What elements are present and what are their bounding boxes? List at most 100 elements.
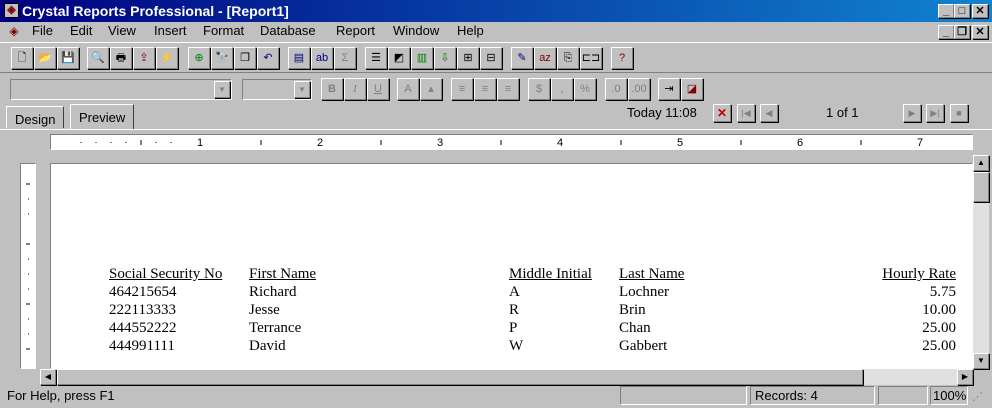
table-cell[interactable]: Terrance	[249, 320, 301, 337]
menu-edit[interactable]: Edit	[70, 23, 92, 38]
decrease-decimals-icon[interactable]: .00	[628, 78, 650, 100]
menu-insert[interactable]: Insert	[154, 23, 187, 38]
vertical-scrollbar[interactable]: ▲ ▼	[973, 155, 989, 369]
help-icon[interactable]: ?	[611, 47, 633, 69]
insert-group-icon[interactable]: ☰	[365, 47, 387, 69]
table-cell[interactable]: Jesse	[249, 302, 280, 319]
insert-text-object-icon[interactable]: ab	[311, 47, 333, 69]
table-cell[interactable]: Lochner	[619, 284, 669, 301]
stop-icon[interactable]: ■	[950, 104, 968, 122]
column-header-middle-initial[interactable]: Middle Initial	[509, 266, 592, 283]
insert-subreport-icon[interactable]: ◩	[388, 47, 410, 69]
table-cell[interactable]: 444552222	[109, 320, 177, 337]
print-icon[interactable]: 🖶	[110, 47, 132, 69]
menu-help[interactable]: Help	[457, 23, 484, 38]
insert-line-icon[interactable]: ⇥	[658, 78, 680, 100]
table-cell[interactable]: 222113333	[109, 302, 176, 319]
menu-report[interactable]: Report	[336, 23, 375, 38]
horizontal-scrollbar[interactable]: ◀ ▶	[40, 369, 973, 385]
menu-file[interactable]: File	[32, 23, 53, 38]
column-header-first-name[interactable]: First Name	[249, 266, 316, 283]
italic-button[interactable]: I	[344, 78, 366, 100]
print-preview-icon[interactable]: 🔍	[87, 47, 109, 69]
last-page-icon[interactable]: ▶|	[926, 104, 944, 122]
refresh-icon[interactable]: ⚡	[156, 47, 178, 69]
table-cell[interactable]: Richard	[249, 284, 296, 301]
link-icon[interactable]: ⊏⊐	[580, 47, 602, 69]
align-left-icon[interactable]: ≡	[451, 78, 473, 100]
scroll-right-icon[interactable]: ▶	[957, 369, 973, 385]
insert-chart-icon[interactable]: ▥	[411, 47, 433, 69]
table-cell[interactable]: Chan	[619, 320, 651, 337]
table-cell[interactable]: Gabbert	[619, 338, 667, 355]
table-cell[interactable]: 10.00	[856, 302, 956, 319]
increase-decimals-icon[interactable]: .0	[605, 78, 627, 100]
find-icon[interactable]: 🔭	[211, 47, 233, 69]
insert-summary-icon[interactable]: Σ	[334, 47, 356, 69]
doc-restore-button[interactable]: ❐	[954, 25, 970, 39]
menu-format[interactable]: Format	[203, 23, 244, 38]
column-header-last-name[interactable]: Last Name	[619, 266, 684, 283]
table-cell[interactable]: 464215654	[109, 284, 177, 301]
resize-grip-icon[interactable]: ⋰	[972, 390, 988, 406]
table-cell[interactable]: David	[249, 338, 286, 355]
formula-editor-icon[interactable]: ✎	[511, 47, 533, 69]
vertical-scroll-thumb[interactable]	[973, 172, 989, 202]
bold-button[interactable]: B	[321, 78, 343, 100]
font-combo[interactable]: ▼	[10, 79, 232, 100]
windows-icon[interactable]: ❐	[234, 47, 256, 69]
scroll-left-icon[interactable]: ◀	[40, 369, 56, 385]
table-cell[interactable]: 444991111	[109, 338, 175, 355]
document-icon[interactable]: ◈	[6, 24, 22, 39]
chevron-down-icon[interactable]: ▼	[294, 81, 310, 98]
menu-database[interactable]: Database	[260, 23, 316, 38]
font-size-combo[interactable]: ▼	[242, 79, 312, 100]
undo-icon[interactable]: ↶	[257, 47, 279, 69]
minimize-button[interactable]: _	[938, 4, 954, 18]
comma-button[interactable]: ,	[551, 78, 573, 100]
column-header-hourly-rate[interactable]: Hourly Rate	[856, 266, 956, 283]
table-cell[interactable]: 25.00	[856, 320, 956, 337]
sort-order-icon[interactable]: az	[534, 47, 556, 69]
chevron-down-icon[interactable]: ▼	[214, 81, 230, 98]
save-icon[interactable]: 💾	[57, 47, 79, 69]
insert-box-icon[interactable]: ◪	[681, 78, 703, 100]
table-cell[interactable]: Brin	[619, 302, 646, 319]
first-page-icon[interactable]: |◀	[737, 104, 755, 122]
zoom-icon[interactable]: ⊕	[188, 47, 210, 69]
table-cell[interactable]: W	[509, 338, 523, 355]
maximize-button[interactable]: □	[954, 4, 970, 18]
record-selection-icon[interactable]: ⊟	[480, 47, 502, 69]
close-button[interactable]: ✕	[972, 4, 988, 18]
select-expert-icon[interactable]: ⊞	[457, 47, 479, 69]
tab-design[interactable]: Design	[6, 106, 65, 128]
scroll-down-icon[interactable]: ▼	[973, 353, 989, 369]
export-icon[interactable]: ⇪	[133, 47, 155, 69]
decrease-font-icon[interactable]: ▴	[420, 78, 442, 100]
align-center-icon[interactable]: ≡	[474, 78, 496, 100]
sort-icon[interactable]: ⇩	[434, 47, 456, 69]
percent-button[interactable]: %	[574, 78, 596, 100]
table-cell[interactable]: 25.00	[856, 338, 956, 355]
previous-page-icon[interactable]: ◀	[760, 104, 778, 122]
next-page-icon[interactable]: ▶	[903, 104, 921, 122]
table-cell[interactable]: R	[509, 302, 519, 319]
table-cell[interactable]: A	[509, 284, 520, 301]
horizontal-scroll-thumb[interactable]	[57, 369, 863, 385]
menu-window[interactable]: Window	[393, 23, 439, 38]
doc-minimize-button[interactable]: _	[938, 25, 954, 39]
close-view-icon[interactable]: ✕	[713, 104, 731, 122]
open-icon[interactable]: 📂	[34, 47, 56, 69]
currency-button[interactable]: $	[528, 78, 550, 100]
insert-database-field-icon[interactable]: ▤	[288, 47, 310, 69]
table-cell[interactable]: P	[509, 320, 517, 337]
menu-view[interactable]: View	[108, 23, 136, 38]
report-expert-icon[interactable]: ⎘	[557, 47, 579, 69]
align-right-icon[interactable]: ≡	[497, 78, 519, 100]
tab-preview[interactable]: Preview	[70, 104, 135, 130]
column-header-ssn[interactable]: Social Security No	[109, 266, 222, 283]
doc-close-button[interactable]: ✕	[972, 25, 988, 39]
app-icon[interactable]: ◈	[4, 3, 19, 18]
table-cell[interactable]: 5.75	[856, 284, 956, 301]
increase-font-icon[interactable]: A	[397, 78, 419, 100]
